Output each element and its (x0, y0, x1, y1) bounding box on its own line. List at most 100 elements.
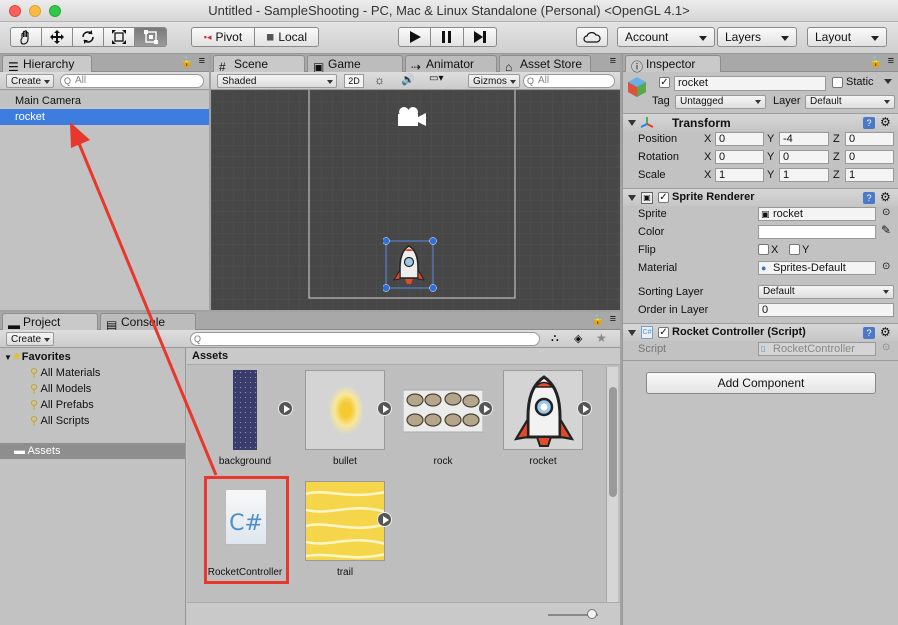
gear-icon[interactable]: ⚙ (880, 326, 892, 338)
zoom-window-button[interactable] (49, 5, 61, 17)
sprite-renderer-enabled-checkbox[interactable]: ✓ (658, 192, 669, 203)
order-in-layer-field[interactable]: 0 (758, 303, 894, 317)
script-enabled-checkbox[interactable]: ✓ (658, 327, 669, 338)
asset-rock[interactable]: rock (402, 370, 484, 467)
assets-folder[interactable]: ▬ Assets (0, 443, 185, 459)
panel-menu-icon[interactable]: ≡ (610, 55, 616, 67)
scale-y-field[interactable]: 1 (779, 168, 829, 182)
position-y-field[interactable]: -4 (779, 132, 829, 146)
expand-asset-button[interactable] (577, 401, 592, 416)
hierarchy-create-button[interactable]: Create (6, 74, 55, 88)
lighting-toggle-icon[interactable]: ☼ (374, 73, 385, 87)
tab-asset-store[interactable]: ⌂ Asset Store (499, 55, 591, 74)
layers-dropdown[interactable]: Layers (717, 27, 797, 47)
gizmos-dropdown[interactable]: Gizmos (468, 74, 520, 88)
project-search-input[interactable] (190, 332, 540, 346)
audio-toggle-icon[interactable]: 🔊 (401, 73, 415, 86)
favorite-all-models[interactable]: ⚲ All Models (30, 381, 91, 397)
scene-search-input[interactable]: All (523, 74, 615, 88)
scale-x-field[interactable]: 1 (715, 168, 764, 182)
hierarchy-search-input[interactable]: All (60, 74, 204, 88)
position-z-field[interactable]: 0 (845, 132, 894, 146)
asset-background[interactable]: background (204, 370, 286, 467)
favorite-all-materials[interactable]: ⚲ All Materials (30, 365, 100, 381)
help-icon[interactable]: ? (863, 327, 875, 339)
layout-dropdown[interactable]: Layout (807, 27, 887, 47)
rotate-tool-button[interactable] (73, 28, 104, 46)
favorite-all-scripts[interactable]: ⚲ All Scripts (30, 413, 89, 429)
scale-z-field[interactable]: 1 (845, 168, 894, 182)
pivot-button[interactable]: ▪◂ Pivot (192, 28, 256, 46)
expand-asset-button[interactable] (377, 512, 392, 527)
collapse-triangle-icon[interactable] (628, 195, 636, 201)
filter-type-icon[interactable]: ⛬ (551, 332, 559, 345)
pause-button[interactable] (431, 28, 464, 46)
local-button[interactable]: ◼ Local (255, 28, 318, 46)
gameobject-active-checkbox[interactable]: ✓ (659, 77, 670, 88)
scrollbar-thumb[interactable] (609, 387, 617, 497)
expand-asset-button[interactable] (377, 401, 392, 416)
lock-icon[interactable]: 🔒 (181, 57, 193, 68)
static-dropdown-arrow-icon[interactable] (884, 79, 892, 84)
static-checkbox[interactable] (832, 77, 843, 88)
filter-label-icon[interactable]: ◈ (574, 332, 582, 345)
cloud-button[interactable] (576, 27, 608, 47)
favorite-all-prefabs[interactable]: ⚲ All Prefabs (30, 397, 94, 413)
asset-grid-scrollbar[interactable] (606, 367, 618, 602)
slider-handle[interactable] (587, 609, 597, 619)
tab-hierarchy[interactable]: ☰ Hierarchy (2, 55, 92, 74)
panel-menu-icon[interactable]: ≡ (199, 55, 205, 67)
asset-bullet[interactable]: bullet (304, 370, 386, 467)
add-component-button[interactable]: Add Component (646, 372, 876, 394)
object-picker-icon[interactable]: ⊙ (882, 207, 890, 218)
panel-menu-icon[interactable]: ≡ (888, 55, 894, 67)
gear-icon[interactable]: ⚙ (880, 116, 892, 128)
tab-project[interactable]: ▬ Project (2, 313, 98, 332)
color-swatch[interactable] (758, 225, 876, 239)
favorite-star-icon[interactable]: ★ (596, 331, 607, 345)
eyedropper-icon[interactable]: ✎ (881, 223, 891, 237)
project-create-button[interactable]: Create (6, 332, 55, 346)
rocket-sprite-selected[interactable] (383, 236, 437, 294)
sprite-renderer-header[interactable]: ▣ ✓ Sprite Renderer ? ⚙ (623, 188, 898, 206)
hierarchy-item-rocket[interactable]: rocket (0, 109, 209, 125)
tab-animator[interactable]: ⇢ Animator (405, 55, 497, 74)
lock-icon[interactable]: 🔒 (870, 57, 882, 68)
step-button[interactable] (464, 28, 496, 46)
minimize-window-button[interactable] (29, 5, 41, 17)
2d-toggle[interactable]: 2D (344, 74, 364, 88)
object-picker-icon[interactable]: ⊙ (882, 261, 890, 272)
tab-game[interactable]: ▣ Game (307, 55, 403, 74)
asset-rocket[interactable]: rocket (502, 370, 584, 467)
position-x-field[interactable]: 0 (715, 132, 764, 146)
rocket-controller-header[interactable]: C# ✓ Rocket Controller (Script) ? ⚙ (623, 323, 898, 341)
flip-y-checkbox[interactable] (789, 244, 800, 255)
expand-asset-button[interactable] (478, 401, 493, 416)
hierarchy-item-main-camera[interactable]: Main Camera (0, 93, 209, 109)
rotation-y-field[interactable]: 0 (779, 150, 829, 164)
rotation-z-field[interactable]: 0 (845, 150, 894, 164)
tab-console[interactable]: ▤ Console (100, 313, 196, 332)
help-icon[interactable]: ? (863, 192, 875, 204)
scene-viewport[interactable] (211, 87, 620, 310)
expand-asset-button[interactable] (278, 401, 293, 416)
collapse-triangle-icon[interactable] (628, 120, 636, 126)
favorites-folder[interactable]: ▼★Favorites (4, 349, 71, 365)
transform-header[interactable]: Transform ? ⚙ (623, 113, 898, 131)
rect-tool-button[interactable] (135, 28, 166, 46)
sprite-field[interactable]: ▣ rocket (758, 207, 876, 221)
play-button[interactable] (399, 28, 432, 46)
move-tool-button[interactable] (42, 28, 73, 46)
tab-inspector[interactable]: ⓘ Inspector (625, 55, 721, 74)
flip-x-checkbox[interactable] (758, 244, 769, 255)
effects-toggle-icon[interactable]: ▭▾ (429, 73, 453, 87)
hand-tool-button[interactable] (11, 28, 42, 46)
collapse-triangle-icon[interactable] (628, 330, 636, 336)
close-window-button[interactable] (9, 5, 21, 17)
rotation-x-field[interactable]: 0 (715, 150, 764, 164)
material-field[interactable]: ● Sprites-Default (758, 261, 876, 275)
tab-scene[interactable]: # Scene (213, 55, 305, 74)
asset-trail[interactable]: trail (304, 481, 386, 578)
panel-menu-icon[interactable]: ≡ (610, 313, 616, 325)
lock-icon[interactable]: 🔒 (592, 315, 604, 326)
